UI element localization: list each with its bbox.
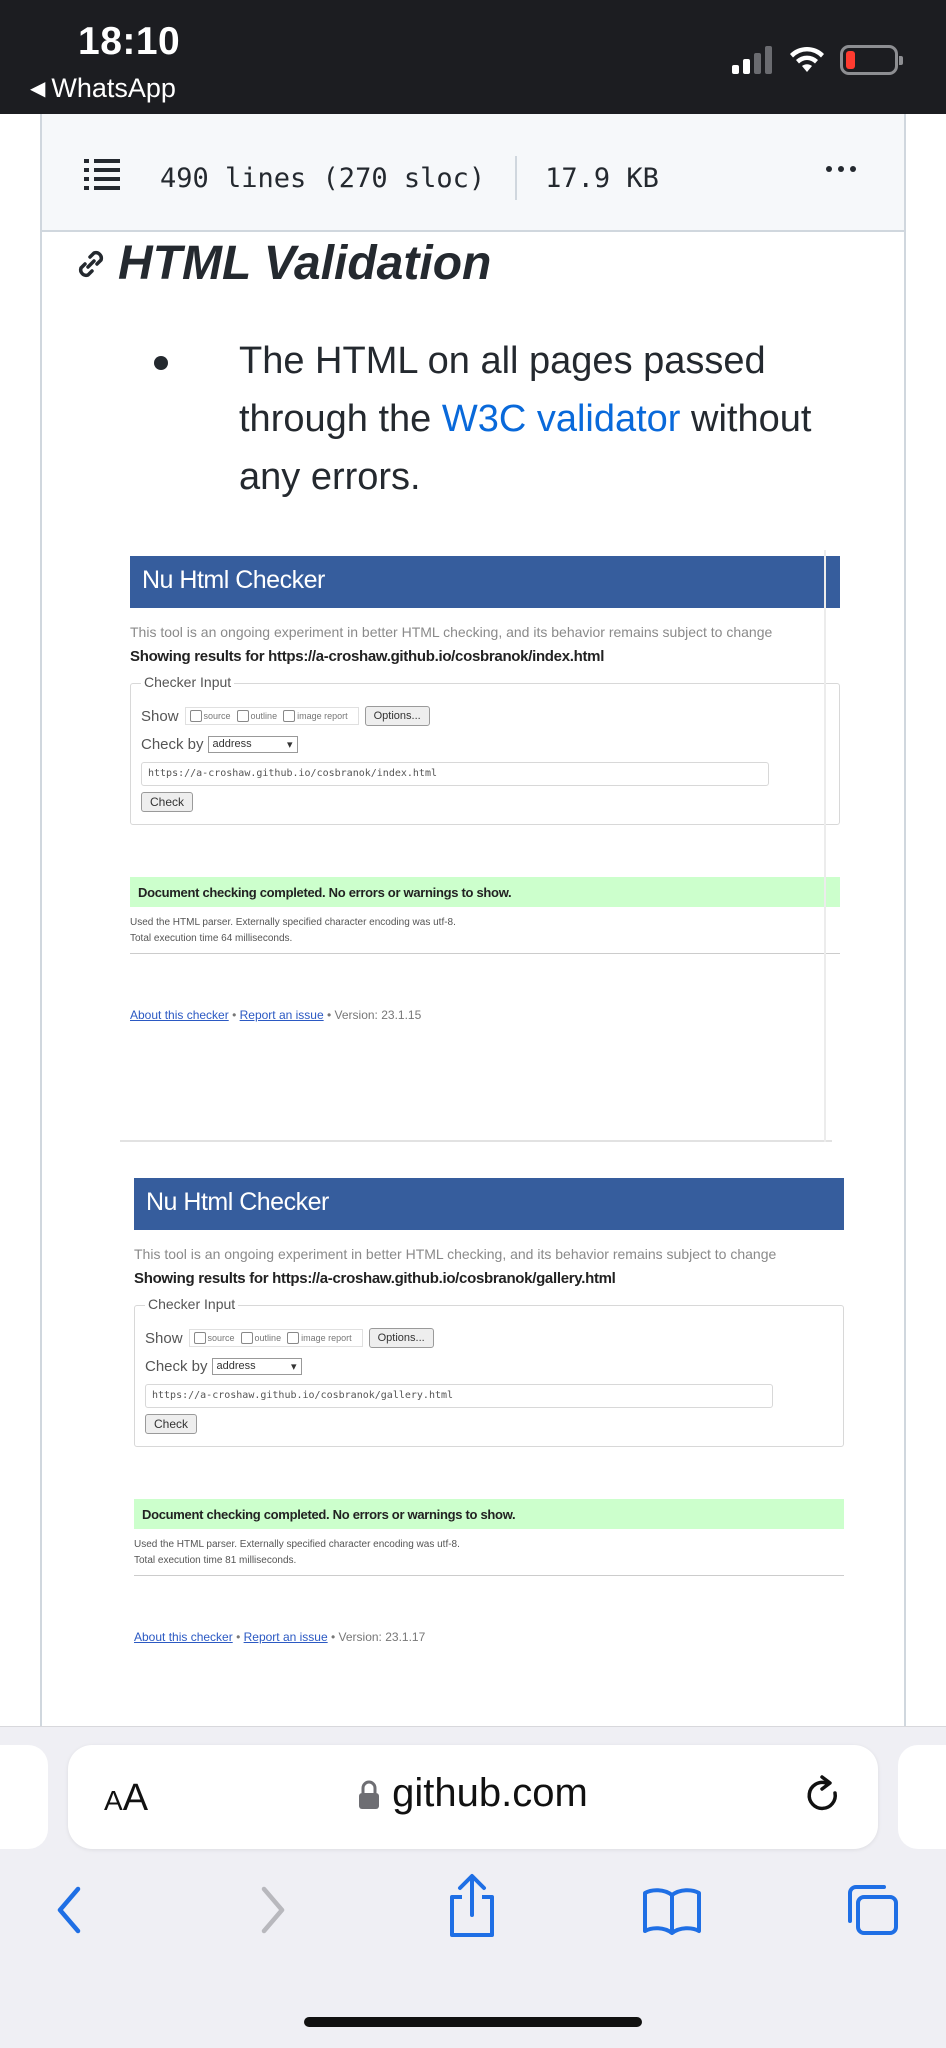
check-by-row: Check by address ▾ (141, 736, 298, 753)
screenshot-edge (824, 550, 826, 1142)
section-title: HTML Validation (118, 237, 492, 290)
w3c-validator-link[interactable]: W3C validator (442, 398, 681, 440)
url-input[interactable]: https://a-croshaw.github.io/cosbranok/in… (141, 762, 769, 786)
section-heading: HTML Validation (74, 236, 491, 291)
check-by-row: Check by address ▾ (145, 1358, 302, 1375)
showing-results: Showing results for https://a-croshaw.gi… (130, 648, 605, 665)
show-label: Show (145, 1329, 183, 1347)
show-row: Show source outline image report Options… (145, 1328, 434, 1348)
previous-tab-preview[interactable] (0, 1745, 48, 1849)
battery-icon (840, 45, 903, 75)
divider-line (134, 1575, 844, 1576)
file-header-bar: 490 lines (270 sloc) 17.9 KB (42, 114, 904, 232)
parser-info: Used the HTML parser. Externally specifi… (130, 917, 456, 944)
fieldset-legend: Checker Input (141, 674, 235, 690)
outline-list-icon[interactable] (84, 158, 120, 190)
url-input[interactable]: https://a-croshaw.github.io/cosbranok/ga… (145, 1384, 773, 1408)
report-issue-link[interactable]: Report an issue (244, 1630, 328, 1644)
checker-footer: About this checker • Report an issue • V… (134, 1630, 426, 1644)
image-report-checkbox[interactable]: image report (287, 1332, 352, 1344)
back-app-label: WhatsApp (51, 73, 176, 103)
tabs-icon[interactable] (844, 1883, 900, 1937)
reload-icon[interactable] (804, 1775, 844, 1819)
checker-header: Nu Html Checker (134, 1178, 844, 1230)
cellular-signal-icon (732, 46, 772, 74)
options-button[interactable]: Options... (368, 1328, 434, 1348)
options-button[interactable]: Options... (364, 706, 430, 726)
bullet-dot (154, 356, 168, 370)
outline-checkbox[interactable]: outline (236, 710, 277, 722)
back-icon[interactable] (54, 1885, 84, 1935)
url-domain[interactable]: github.com (68, 1771, 878, 1816)
showing-results: Showing results for https://a-croshaw.gi… (134, 1270, 616, 1287)
file-size: 17.9 KB (545, 162, 659, 194)
file-info: 490 lines (270 sloc) 17.9 KB (160, 156, 659, 200)
status-time: 18:10 (78, 20, 181, 63)
checker-description: This tool is an ongoing experiment in be… (134, 1246, 777, 1262)
checker-header: Nu Html Checker (130, 556, 840, 608)
source-checkbox[interactable]: source (193, 1332, 235, 1344)
check-by-label: Check by (141, 736, 204, 753)
address-bar[interactable]: AA github.com (68, 1745, 878, 1849)
safari-toolbar: AA github.com (0, 1726, 946, 2048)
checker-footer: About this checker • Report an issue • V… (130, 1008, 422, 1022)
lock-icon (359, 1780, 380, 1810)
home-indicator (304, 2017, 642, 2027)
bookmarks-icon[interactable] (642, 1887, 702, 1935)
checker-input-fieldset: Checker Input Show source outline image … (134, 1296, 844, 1447)
report-issue-link[interactable]: Report an issue (240, 1008, 324, 1022)
check-by-select[interactable]: address ▾ (211, 1358, 302, 1375)
back-to-app-link[interactable]: ◀ WhatsApp (30, 73, 176, 104)
checker-input-fieldset: Checker Input Show source outline image … (130, 674, 840, 825)
divider (515, 156, 518, 200)
line-count: 490 lines (270 sloc) (160, 162, 486, 194)
checker-description: This tool is an ongoing experiment in be… (130, 624, 773, 640)
anchor-link-icon[interactable] (74, 247, 108, 281)
parser-info: Used the HTML parser. Externally specifi… (134, 1539, 460, 1566)
success-message: Document checking completed. No errors o… (134, 1499, 844, 1529)
share-icon[interactable] (446, 1873, 498, 1939)
checker-screenshot-index: Nu Html Checker This tool is an ongoing … (130, 556, 840, 1022)
check-button[interactable]: Check (145, 1414, 198, 1434)
check-button[interactable]: Check (141, 792, 194, 812)
about-checker-link[interactable]: About this checker (130, 1008, 229, 1022)
next-tab-preview[interactable] (898, 1745, 946, 1849)
show-label: Show (141, 707, 179, 725)
checker-screenshot-gallery: Nu Html Checker This tool is an ongoing … (134, 1178, 844, 1644)
screenshot-separator (120, 1140, 832, 1142)
show-row: Show source outline image report Options… (141, 706, 430, 726)
version-text: • Version: 23.1.17 (331, 1630, 426, 1644)
divider-line (130, 953, 840, 954)
check-by-label: Check by (145, 1358, 208, 1375)
success-message: Document checking completed. No errors o… (130, 877, 840, 907)
wifi-icon (790, 46, 824, 72)
image-report-checkbox[interactable]: image report (283, 710, 348, 722)
github-page: 490 lines (270 sloc) 17.9 KB HTML Valida… (0, 114, 946, 1726)
fieldset-legend: Checker Input (145, 1296, 239, 1312)
source-checkbox[interactable]: source (189, 710, 231, 722)
version-text: • Version: 23.1.15 (327, 1008, 422, 1022)
more-options-icon[interactable] (826, 166, 856, 172)
status-bar: 18:10 ◀ WhatsApp (0, 0, 946, 114)
forward-icon[interactable] (258, 1885, 288, 1935)
about-checker-link[interactable]: About this checker (134, 1630, 233, 1644)
outline-checkbox[interactable]: outline (240, 1332, 281, 1344)
validation-bullet: The HTML on all pages passed through the… (154, 332, 874, 506)
back-triangle-icon: ◀ (30, 78, 46, 100)
file-frame: 490 lines (270 sloc) 17.9 KB HTML Valida… (40, 114, 906, 1726)
check-by-select[interactable]: address ▾ (207, 736, 298, 753)
